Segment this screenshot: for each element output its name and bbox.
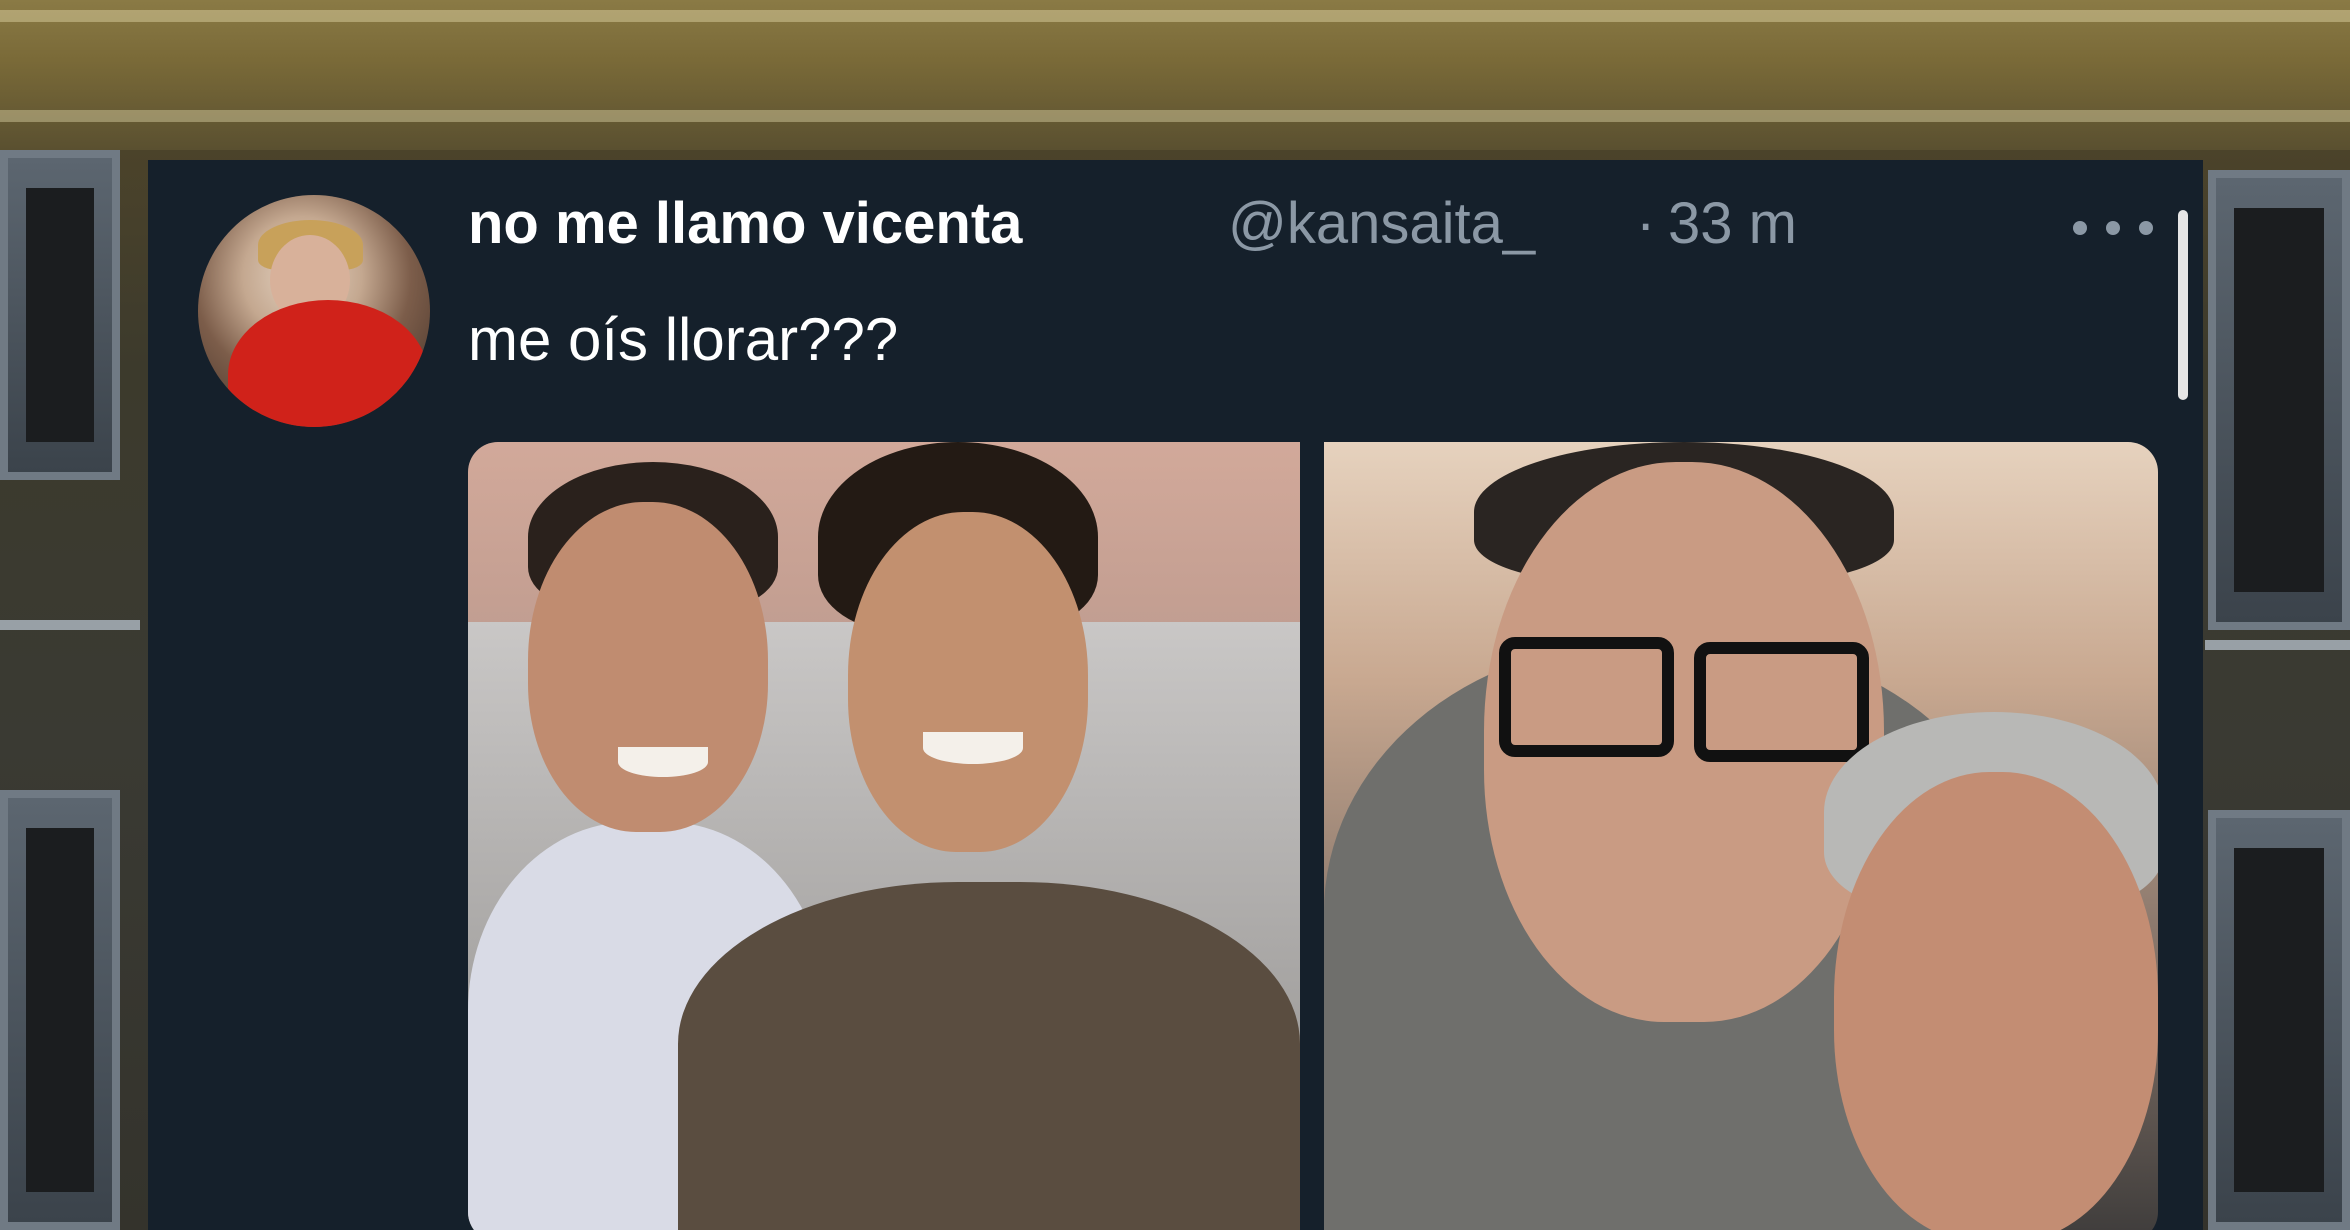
background-balcony-rail [2205,640,2350,650]
background-window [0,790,120,1230]
user-handle[interactable]: @kansaita_ [1228,190,1535,257]
background-slat [0,10,2350,22]
display-name[interactable]: no me llamo vicenta [468,190,1022,257]
avatar[interactable] [198,195,430,427]
background-balcony-rail [0,620,140,630]
meta-separator: · [1636,191,1656,256]
background-slat [0,110,2350,122]
tweet-media[interactable] [468,442,2158,1230]
background-window [0,150,120,480]
media-photo-left[interactable] [468,442,1300,1230]
scrollbar[interactable] [2178,210,2188,400]
tweet-timestamp[interactable]: 33 m [1668,190,1797,257]
background-window [2208,810,2350,1230]
tweet-card[interactable]: no me llamo vicenta @kansaita_ · 33 m me… [148,160,2203,1230]
media-photo-right[interactable] [1324,442,2158,1230]
more-horizontal-icon[interactable] [2073,218,2153,238]
background-window [2208,170,2350,630]
tweet-text: me oís llorar??? [468,306,899,373]
background-awning [0,0,2350,150]
